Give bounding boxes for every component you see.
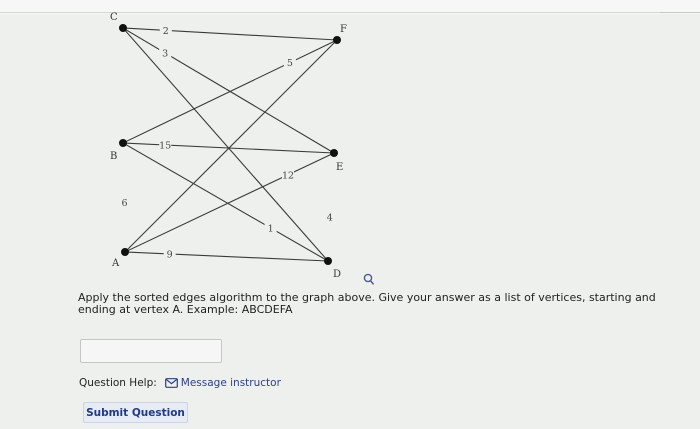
answer-input[interactable]	[80, 339, 222, 363]
vertex-label-A: A	[111, 258, 120, 269]
vertex-label-C: C	[110, 12, 118, 23]
edge-A-E	[124, 152, 335, 253]
edge-weight-label: 4	[327, 212, 333, 223]
submit-question-button[interactable]: Submit Question	[83, 402, 188, 423]
edge-B-E	[122, 142, 335, 154]
graph-diagram: 2 3 5 15 1 12 9 6 4 C F B E A D	[110, 12, 347, 280]
edge-B-D	[122, 142, 329, 262]
edge-weight-label: 5	[287, 58, 293, 69]
edge-weight-label: 12	[282, 170, 294, 181]
vertex-label-E: E	[336, 162, 343, 173]
edge-A-D	[124, 251, 329, 262]
vertex-label-B: B	[110, 151, 117, 162]
edge-C-E	[122, 27, 335, 154]
question-text: Apply the sorted edges algorithm to the …	[78, 291, 656, 316]
edge-weight-label: 3	[162, 49, 168, 60]
message-instructor-label: Message instructor	[180, 377, 281, 389]
vertex-A	[121, 248, 129, 256]
edge-weight-label: 15	[159, 141, 171, 152]
vertex-F	[333, 36, 341, 44]
question-help-label: Question Help:	[79, 377, 157, 389]
vertex-D	[324, 257, 332, 265]
vertex-E	[330, 149, 338, 157]
edge-weight-label: 9	[167, 249, 173, 260]
magnify-icon[interactable]	[363, 271, 375, 290]
edge-weight-label: 6	[122, 198, 128, 209]
edge-F-B	[122, 39, 338, 144]
question-help: Question Help: Message instructor	[79, 377, 281, 389]
vertex-C	[119, 24, 127, 32]
edge-F-A	[124, 39, 338, 253]
edge-weight-label: 1	[268, 223, 274, 234]
vertex-B	[119, 139, 127, 147]
edge-C-F	[122, 27, 338, 41]
message-instructor-link[interactable]: Message instructor	[164, 377, 281, 389]
envelope-icon	[164, 378, 178, 388]
vertex-label-D: D	[333, 269, 341, 280]
edge-weight-label: 2	[163, 26, 169, 37]
vertex-label-F: F	[340, 24, 347, 35]
